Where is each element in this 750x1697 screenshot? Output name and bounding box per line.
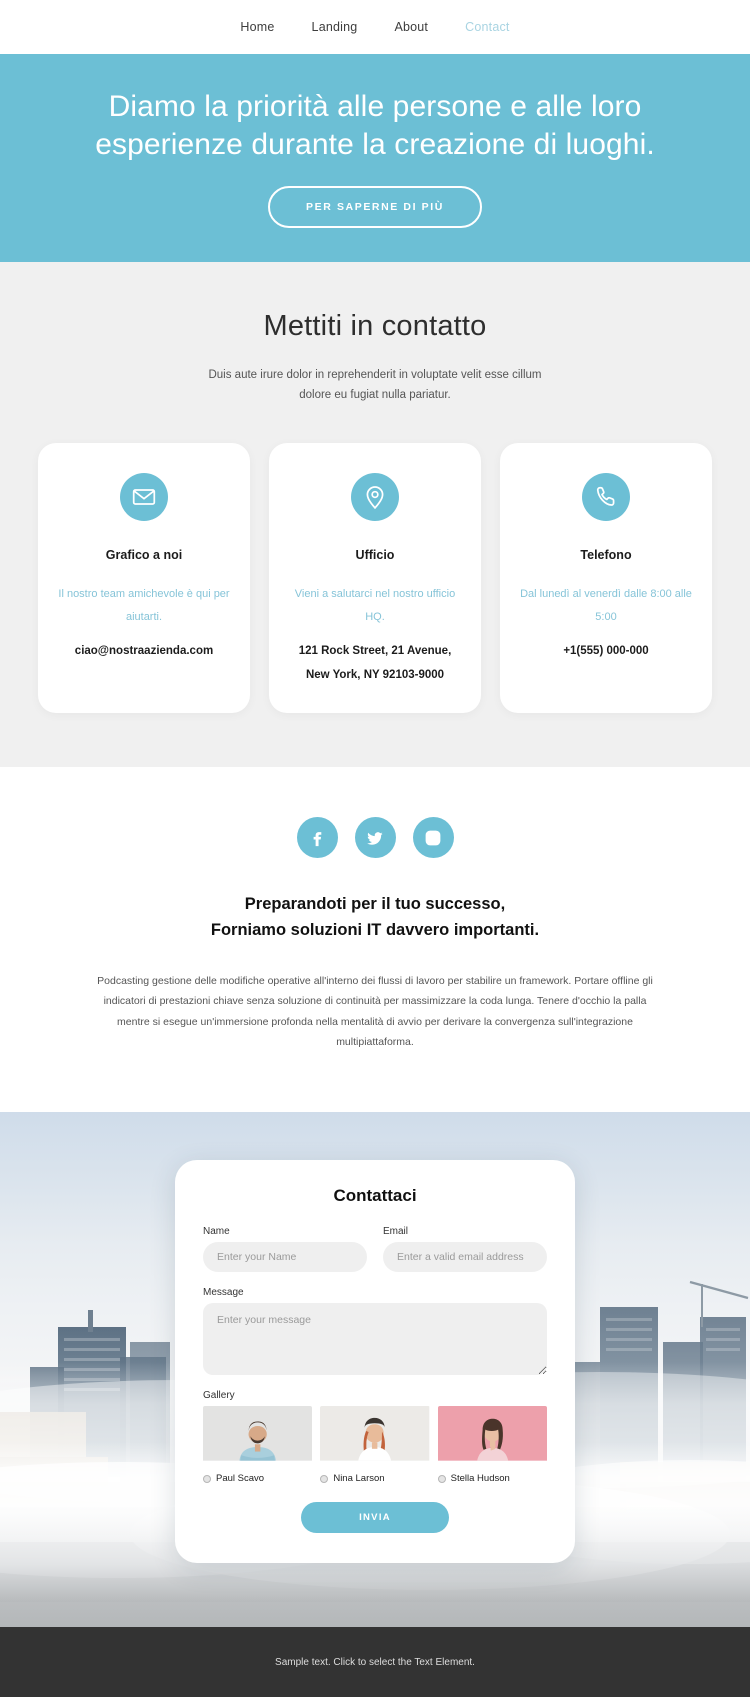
social-links (95, 817, 655, 859)
contact-form-section: Contattaci Name Email Message Gallery (0, 1112, 750, 1628)
contact-form-card: Contattaci Name Email Message Gallery (175, 1160, 575, 1564)
pitch-line-1: Preparandoti per il tuo successo, (244, 895, 506, 914)
nav-item-landing[interactable]: Landing (312, 20, 358, 34)
learn-more-button[interactable]: PER SAPERNE DI PIÙ (268, 186, 482, 229)
name-input[interactable] (203, 1242, 367, 1273)
submit-row: INVIA (203, 1502, 547, 1534)
card-value[interactable]: ciao@nostraazienda.com (75, 640, 213, 664)
card-value[interactable]: 121 Rock Street, 21 Avenue, New York, NY… (289, 640, 461, 687)
card-value[interactable]: +1(555) 000-000 (563, 640, 648, 664)
facebook-icon[interactable] (296, 817, 338, 859)
section-subtitle: Duis aute irure dolor in reprehenderit i… (208, 369, 542, 402)
gallery-item[interactable]: Paul Scavo (203, 1406, 313, 1484)
field-name: Name (203, 1226, 367, 1273)
card-description: Dal lunedì al venerdì dalle 8:00 alle 5:… (520, 588, 692, 623)
pitch-heading: Preparandoti per il tuo successo, Fornia… (95, 892, 655, 943)
gallery-name: Nina Larson (333, 1473, 385, 1485)
gallery-options: Paul Scavo Nina Larson Stella Hudson (203, 1406, 547, 1484)
gallery-name: Paul Scavo (216, 1473, 265, 1485)
gallery-caption: Paul Scavo (203, 1473, 312, 1484)
social-intro-section: Preparandoti per il tuo successo, Fornia… (0, 767, 750, 1113)
form-row-name-email: Name Email (203, 1226, 547, 1273)
footer: Sample text. Click to select the Text El… (0, 1627, 750, 1697)
body-paragraph: Podcasting gestione delle modifiche oper… (97, 974, 653, 1048)
card-title: Ufficio (355, 548, 395, 563)
hero-section: Diamo la priorità alle persone e alle lo… (0, 54, 750, 262)
gallery-radio-paul[interactable] (203, 1474, 211, 1483)
person-photo-stella (437, 1406, 547, 1466)
contact-card-email[interactable]: Grafico a noi Il nostro team amichevole … (38, 443, 250, 714)
card-title: Telefono (580, 548, 632, 563)
message-label: Message (203, 1287, 244, 1299)
gallery-item[interactable]: Stella Hudson (437, 1406, 547, 1485)
twitter-icon[interactable] (354, 817, 396, 859)
email-label: Email (383, 1226, 409, 1238)
page-title: Mettiti in contatto (263, 310, 487, 342)
card-description: Vieni a salutarci nel nostro ufficio HQ. (294, 588, 456, 623)
submit-button[interactable]: INVIA (301, 1502, 449, 1534)
footer-text[interactable]: Sample text. Click to select the Text El… (275, 1657, 475, 1668)
contact-card-phone[interactable]: Telefono Dal lunedì al venerdì dalle 8:0… (500, 443, 712, 714)
email-input[interactable] (383, 1242, 547, 1273)
gallery-name: Stella Hudson (450, 1473, 510, 1485)
card-description: Il nostro team amichevole è qui per aiut… (58, 588, 230, 623)
name-label: Name (203, 1226, 230, 1238)
field-email: Email (383, 1226, 547, 1273)
contact-cards: Grafico a noi Il nostro team amichevole … (38, 443, 712, 714)
card-title: Grafico a noi (105, 548, 183, 563)
form-title: Contattaci (333, 1186, 417, 1206)
contact-section: Mettiti in contatto Duis aute irure dolo… (0, 262, 750, 768)
gallery-caption: Stella Hudson (437, 1473, 547, 1485)
gallery-caption: Nina Larson (320, 1473, 429, 1484)
gallery-block: Gallery Paul Scavo Nina Larson Stella Hu… (203, 1390, 547, 1484)
nav-item-contact[interactable]: Contact (465, 20, 509, 34)
field-message: Message (203, 1287, 547, 1376)
pitch-line-2: Forniamo soluzioni IT davvero importanti… (210, 921, 540, 940)
contact-card-office[interactable]: Ufficio Vieni a salutarci nel nostro uff… (269, 443, 481, 714)
location-pin-icon (351, 473, 399, 522)
hero-title: Diamo la priorità alle persone e alle lo… (95, 89, 655, 161)
gallery-radio-stella[interactable] (437, 1474, 446, 1483)
gallery-item[interactable]: Nina Larson (320, 1406, 430, 1484)
gallery-label: Gallery (203, 1390, 235, 1402)
person-photo-nina (320, 1406, 430, 1466)
main-navigation: Home Landing About Contact (0, 0, 750, 54)
envelope-icon (120, 473, 168, 522)
message-textarea[interactable] (203, 1303, 547, 1376)
instagram-icon[interactable] (412, 817, 454, 859)
nav-item-about[interactable]: About (394, 20, 428, 34)
page-root: Home Landing About Contact Diamo la prio… (0, 0, 750, 1697)
person-photo-paul (203, 1406, 313, 1466)
gallery-radio-nina[interactable] (320, 1474, 329, 1483)
phone-icon (582, 473, 630, 522)
nav-item-home[interactable]: Home (240, 20, 274, 34)
